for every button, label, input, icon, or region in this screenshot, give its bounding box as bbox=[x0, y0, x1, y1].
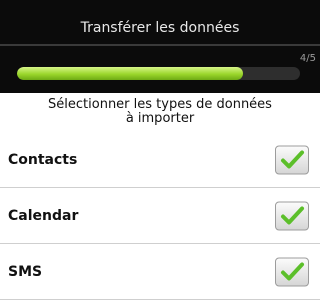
title-divider bbox=[0, 44, 320, 46]
progress-count: 4/5 bbox=[299, 53, 316, 64]
prompt-line-2: à importer bbox=[125, 111, 195, 126]
list-item-label: Calendar bbox=[8, 207, 79, 224]
list-item-calendar[interactable]: Calendar bbox=[0, 188, 320, 244]
calendar-checkbox[interactable] bbox=[275, 201, 309, 230]
header-bar: Transférer les données 4/5 bbox=[0, 0, 320, 93]
selection-prompt: Sélectionner les types de données à impo… bbox=[0, 98, 320, 126]
list-item-label: SMS bbox=[8, 263, 43, 280]
dialog-title: Transférer les données bbox=[80, 20, 240, 36]
list-item-contacts[interactable]: Contacts bbox=[0, 132, 320, 188]
progress-bar bbox=[17, 67, 300, 80]
list-item-label: Contacts bbox=[8, 151, 78, 168]
prompt-line-1: Sélectionner les types de données bbox=[48, 97, 272, 112]
list-item-sms[interactable]: SMS bbox=[0, 244, 320, 300]
contacts-checkbox[interactable] bbox=[275, 145, 309, 174]
progress-fill bbox=[17, 67, 244, 80]
checkmark-icon bbox=[281, 262, 304, 280]
sms-checkbox[interactable] bbox=[275, 257, 309, 286]
checkmark-icon bbox=[281, 206, 304, 224]
checkmark-icon bbox=[281, 150, 304, 168]
